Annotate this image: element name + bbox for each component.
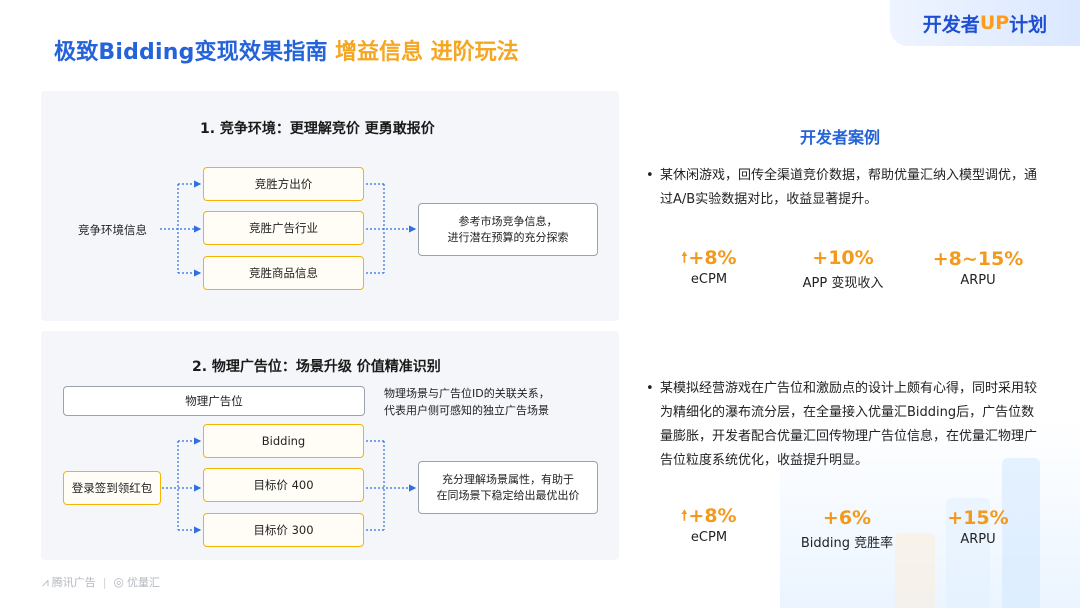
bullet-dot: • [646,381,654,396]
competition-source-label: 竞争环境信息 [78,223,147,237]
section2-title: 2. 物理广告位：场景升级 价值精准识别 [192,359,441,375]
metric-value: +8~15% [932,248,1024,270]
up-arrow-icon: 🠕 [681,250,688,266]
result-line: 充分理解场景属性，有助于 [442,472,574,486]
note-line: 物理场景与广告位ID的关联关系， [384,387,550,400]
case1-metric-ecpm: 🠕+8% eCPM [634,246,784,287]
metric-label: ARPU [960,273,996,288]
cases-title: 开发者案例 [799,128,880,147]
box-bidding: Bidding [203,424,364,458]
result-line: 进行潜在预算的充分探索 [447,230,569,244]
badge-up: UP [979,12,1010,34]
tencent-ads-logo-icon: ⩘ [42,574,49,589]
page-subtitle: 增益信息 进阶玩法 [335,40,519,65]
slide: 极致Bidding变现效果指南 增益信息 进阶玩法 开发者 UP 计划 1. 竞争环… [0,0,1080,608]
case1-text: • 某休闲游戏，回传全渠道竞价数据，帮助优量汇纳入模型调优，通过A/B实验数据对… [646,164,1042,212]
competition-result-box: 参考市场竞争信息， 进行潜在预算的充分探索 [418,203,598,256]
up-arrow-icon: 🠕 [681,508,688,524]
metric-value: +8% [688,247,737,269]
metric-value: +8% [688,505,737,527]
footer-brands: ⩘ 腾讯广告 | ◎ 优量汇 [42,574,160,590]
case1-description: 某休闲游戏，回传全渠道竞价数据，帮助优量汇纳入模型调优，通过A/B实验数据对比，… [660,168,1038,207]
metric-value: +15% [947,507,1009,529]
case2-metric-arpu: +15% ARPU [903,506,1053,547]
page-title: 极致Bidding变现效果指南 [54,40,328,65]
metric-value: +10% [812,247,874,269]
box-winning-bid: 竞胜方出价 [203,167,364,201]
footer-brand-tencent: 腾讯广告 [51,576,96,589]
case1-metric-revenue: +10% APP 变现收入 [768,246,918,291]
youlianghui-logo-icon: ◎ [113,575,124,589]
developer-up-plan-logo: 开发者 UP 计划 [890,0,1080,46]
case2-metric-ecpm: 🠕+8% eCPM [634,504,784,545]
footer-separator: | [102,575,107,589]
result-line: 在同场景下稳定给出最优出价 [436,488,580,502]
case1-metric-arpu: +8~15% ARPU [903,247,1053,288]
bullet-dot: • [646,168,654,183]
box-target-400: 目标价 400 [203,468,364,502]
metric-label: Bidding 竞胜率 [800,536,894,551]
case2-description: 某模拟经营游戏在广告位和激励点的设计上颇有心得，同时采用较为精细化的瀑布流分层，… [660,381,1038,468]
footer-brand-ylh: 优量汇 [126,576,160,589]
box-signin-redpacket: 登录签到领红包 [63,471,161,505]
physical-slot-label: 物理广告位 [185,394,243,408]
box-winning-industry: 竞胜广告行业 [203,211,364,245]
case2-metric-winrate: +6% Bidding 竞胜率 [772,506,922,551]
physical-slot-note: 物理场景与广告位ID的关联关系， 代表用户侧可感知的独立广告场景 [384,385,550,419]
metric-label: eCPM [690,272,728,287]
metric-label: ARPU [960,532,996,547]
box-winning-product: 竞胜商品信息 [203,256,364,290]
physical-slot-box: 物理广告位 [63,386,365,416]
metric-label: APP 变现收入 [802,276,884,291]
result-line: 参考市场竞争信息， [458,214,558,228]
note-line: 代表用户侧可感知的独立广告场景 [384,404,549,417]
section1-title: 1. 竞争环境：更理解竞价 更勇敢报价 [200,121,435,137]
scene-result-box: 充分理解场景属性，有助于 在同场景下稳定给出最优出价 [418,461,598,514]
badge-suffix: 计划 [1009,13,1048,36]
metric-label: eCPM [690,530,728,545]
box-target-300: 目标价 300 [203,513,364,547]
case2-text: • 某模拟经营游戏在广告位和激励点的设计上颇有心得，同时采用较为精细化的瀑布流分… [646,377,1042,473]
metric-value: +6% [822,507,872,529]
badge-prefix: 开发者 [922,13,980,36]
